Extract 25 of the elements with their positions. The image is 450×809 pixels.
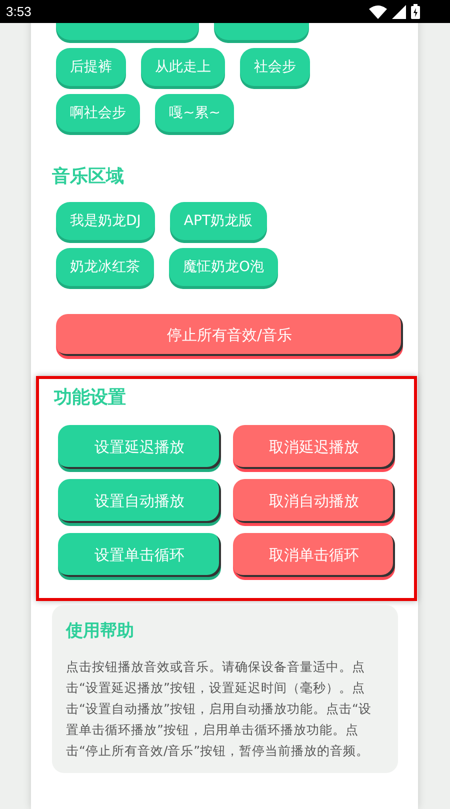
music-button[interactable]: 奶龙冰红茶 (56, 248, 154, 286)
section-title: 音乐区域 (52, 165, 125, 188)
music-button[interactable]: APT奶龙版 (170, 202, 266, 240)
sound-button[interactable]: 社会步 (240, 48, 310, 86)
sound-button[interactable] (214, 23, 309, 40)
setting-button[interactable]: 取消延迟播放 (233, 425, 395, 469)
setting-button[interactable]: 设置单击循环 (58, 533, 221, 577)
signal-icon (392, 4, 406, 18)
sound-button[interactable]: 啊社会步 (56, 94, 140, 132)
battery-icon (411, 4, 420, 19)
setting-button[interactable]: 取消单击循环 (233, 533, 395, 577)
section-title: 功能设置 (54, 386, 127, 409)
music-button[interactable]: 我是奶龙DJ (56, 202, 155, 240)
help-title: 使用帮助 (66, 620, 135, 642)
music-button[interactable]: 魔怔奶龙O泡 (169, 248, 278, 286)
clock: 3:53 (6, 4, 32, 19)
stop-button[interactable]: 停止所有音效/音乐 (56, 314, 403, 356)
sound-button[interactable]: 从此走上 (141, 48, 225, 86)
sound-button[interactable]: 嘎~累~ (155, 94, 234, 132)
setting-button[interactable]: 取消自动播放 (233, 479, 395, 523)
setting-button[interactable]: 设置延迟播放 (58, 425, 221, 469)
help-text: 点击按钮播放音效或音乐。请确保设备音量适中。点击“设置延迟播放”按钮，设置延迟时间（毫秒）。点击“设置自动播放”按钮，启用自动播放功能。点击“设置单击循环播放”按钮，启用单击循环播放功能。点击“停止所有音效/音乐”按钮，暂停当前播放的音频。 (66, 658, 372, 760)
sound-button[interactable]: 后提裤 (56, 48, 126, 86)
wifi-icon (369, 4, 387, 18)
setting-button[interactable]: 设置自动播放 (58, 479, 221, 523)
